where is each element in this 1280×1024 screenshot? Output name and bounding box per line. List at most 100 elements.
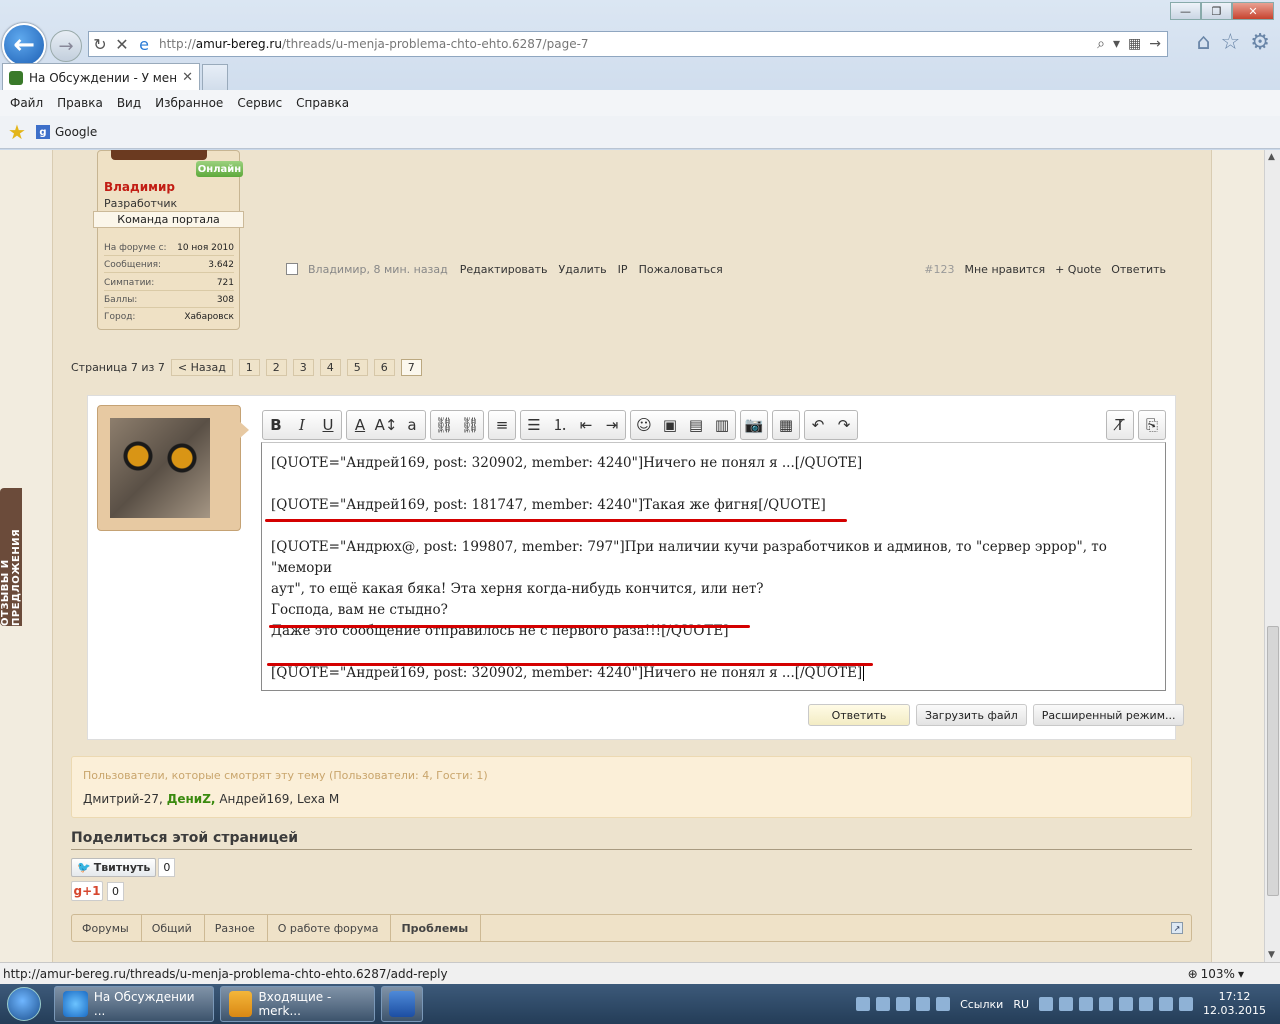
zoom-control[interactable]: ⊕ 103% ▾: [1188, 967, 1244, 981]
ip-link[interactable]: IP: [618, 263, 628, 276]
user-avatar[interactable]: [111, 150, 207, 160]
go-icon[interactable]: →: [1149, 36, 1161, 52]
viewer-link[interactable]: Lexa M: [297, 792, 339, 806]
stop-icon[interactable]: ✕: [111, 35, 133, 54]
forward-button[interactable]: →: [50, 30, 82, 62]
advanced-mode-button[interactable]: Расширенный режим...: [1032, 704, 1185, 726]
gear-icon[interactable]: ⚙: [1250, 30, 1270, 55]
address-bar[interactable]: ↻ ✕ e http://amur-bereg.ru/threads/u-men…: [88, 31, 1168, 57]
close-window-button[interactable]: ✕: [1232, 2, 1274, 20]
post-number-link[interactable]: #123: [924, 263, 954, 276]
select-post-checkbox[interactable]: [286, 263, 298, 275]
post-meta[interactable]: Владимир, 8 мин. назад: [308, 263, 448, 276]
tray-app-icon[interactable]: [856, 997, 871, 1011]
menu-view[interactable]: Вид: [117, 96, 141, 110]
language-indicator[interactable]: RU: [1013, 998, 1029, 1011]
favorite-google[interactable]: g Google: [35, 125, 97, 139]
scroll-down-icon[interactable]: ▼: [1268, 950, 1275, 960]
compat-view-icon[interactable]: ▦: [1128, 36, 1141, 52]
volume-icon[interactable]: [1159, 997, 1174, 1011]
close-tab-icon[interactable]: ✕: [182, 70, 193, 85]
minimize-button[interactable]: —: [1170, 2, 1201, 20]
tray-app-icon[interactable]: [1059, 997, 1074, 1011]
numbered-list-icon[interactable]: ⒈: [547, 411, 573, 439]
breadcrumb-item[interactable]: О работе форума: [268, 915, 392, 941]
page-link[interactable]: 1: [238, 359, 260, 376]
align-left-icon[interactable]: ≡: [489, 411, 515, 439]
breadcrumb-item[interactable]: Разное: [205, 915, 268, 941]
breadcrumb-item[interactable]: Форумы: [72, 915, 142, 941]
tray-app-icon[interactable]: [896, 997, 911, 1011]
indent-icon[interactable]: ⇥: [599, 411, 625, 439]
gplus-button[interactable]: g+1: [71, 881, 103, 901]
underline-button[interactable]: U: [315, 411, 341, 439]
jump-menu-icon[interactable]: ↗: [1171, 922, 1183, 934]
redo-icon[interactable]: ↷: [831, 411, 857, 439]
font-color-icon[interactable]: A: [347, 411, 373, 439]
menu-tools[interactable]: Сервис: [237, 96, 282, 110]
address-url[interactable]: http://amur-bereg.ru/threads/u-menja-pro…: [159, 37, 589, 51]
page-link[interactable]: 5: [346, 359, 368, 376]
page-link[interactable]: 2: [265, 359, 287, 376]
taskbar-word[interactable]: [381, 986, 423, 1022]
camera-icon[interactable]: 📷: [741, 411, 767, 439]
user-name-link[interactable]: Владимир: [104, 180, 175, 194]
italic-button[interactable]: I: [289, 411, 315, 439]
undo-icon[interactable]: ↶: [805, 411, 831, 439]
refresh-icon[interactable]: ↻: [89, 35, 111, 54]
scroll-up-icon[interactable]: ▲: [1268, 152, 1275, 162]
menu-help[interactable]: Справка: [296, 96, 349, 110]
page-link[interactable]: 3: [292, 359, 314, 376]
search-icon[interactable]: ⌕: [1097, 36, 1105, 52]
menu-file[interactable]: Файл: [10, 96, 43, 110]
tray-app-icon[interactable]: [876, 997, 891, 1011]
tab-active[interactable]: На Обсуждении - У меня ... ✕: [2, 63, 200, 91]
smiley-icon[interactable]: ☺: [631, 411, 657, 439]
tray-app-icon[interactable]: [1119, 997, 1134, 1011]
breadcrumb-item[interactable]: Общий: [142, 915, 205, 941]
tray-app-icon[interactable]: [936, 997, 951, 1011]
page-link[interactable]: 4: [319, 359, 341, 376]
tray-app-icon[interactable]: [916, 997, 931, 1011]
message-editor[interactable]: [QUOTE="Андрей169, post: 320902, member:…: [261, 442, 1166, 691]
image-icon[interactable]: ▣: [657, 411, 683, 439]
scrollbar-thumb[interactable]: [1267, 626, 1279, 896]
help-icon[interactable]: [1039, 997, 1054, 1011]
media-icon[interactable]: ▤: [683, 411, 709, 439]
outdent-icon[interactable]: ⇤: [573, 411, 599, 439]
delete-link[interactable]: Удалить: [559, 263, 607, 276]
submit-reply-button[interactable]: Ответить: [808, 704, 910, 726]
favorites-star-icon[interactable]: ☆: [1221, 30, 1241, 55]
viewer-link[interactable]: ДениZ,: [167, 792, 216, 806]
remove-format-icon[interactable]: T̸: [1107, 411, 1133, 439]
feedback-tab[interactable]: ОТЗЫВЫ И ПРЕДЛОЖЕНИЯ: [0, 488, 22, 626]
tray-app-icon[interactable]: [1179, 997, 1194, 1011]
network-icon[interactable]: [1099, 997, 1114, 1011]
bold-button[interactable]: B: [263, 411, 289, 439]
links-toolbar[interactable]: Ссылки: [960, 998, 1003, 1011]
home-icon[interactable]: ⌂: [1197, 30, 1211, 55]
link-icon[interactable]: ⛓: [431, 411, 457, 439]
like-link[interactable]: Мне нравится: [965, 263, 1046, 276]
start-button[interactable]: [0, 984, 48, 1024]
new-tab-button[interactable]: [202, 64, 228, 91]
taskbar-ie[interactable]: На Обсуждении ...: [54, 986, 214, 1022]
viewer-link[interactable]: Дмитрий-27,: [83, 792, 163, 806]
breadcrumb-item[interactable]: Проблемы: [391, 915, 482, 941]
font-family-icon[interactable]: a: [399, 411, 425, 439]
favorites-star-icon[interactable]: ★: [8, 120, 26, 144]
vertical-scrollbar[interactable]: ▲ ▼: [1264, 150, 1280, 962]
dropdown-icon[interactable]: ▾: [1113, 36, 1120, 52]
font-size-icon[interactable]: A↕: [373, 411, 399, 439]
bullet-list-icon[interactable]: ☰: [521, 411, 547, 439]
code-icon[interactable]: ▥: [709, 411, 735, 439]
report-link[interactable]: Пожаловаться: [639, 263, 723, 276]
tray-app-icon[interactable]: [1079, 997, 1094, 1011]
flag-icon[interactable]: [1139, 997, 1154, 1011]
prev-page-link[interactable]: < Назад: [170, 359, 233, 376]
quote-link[interactable]: + Quote: [1055, 263, 1101, 276]
back-button[interactable]: ←: [2, 23, 46, 67]
viewer-link[interactable]: Андрей169,: [219, 792, 293, 806]
maximize-button[interactable]: ❐: [1201, 2, 1232, 20]
unlink-icon[interactable]: ⛓: [457, 411, 483, 439]
